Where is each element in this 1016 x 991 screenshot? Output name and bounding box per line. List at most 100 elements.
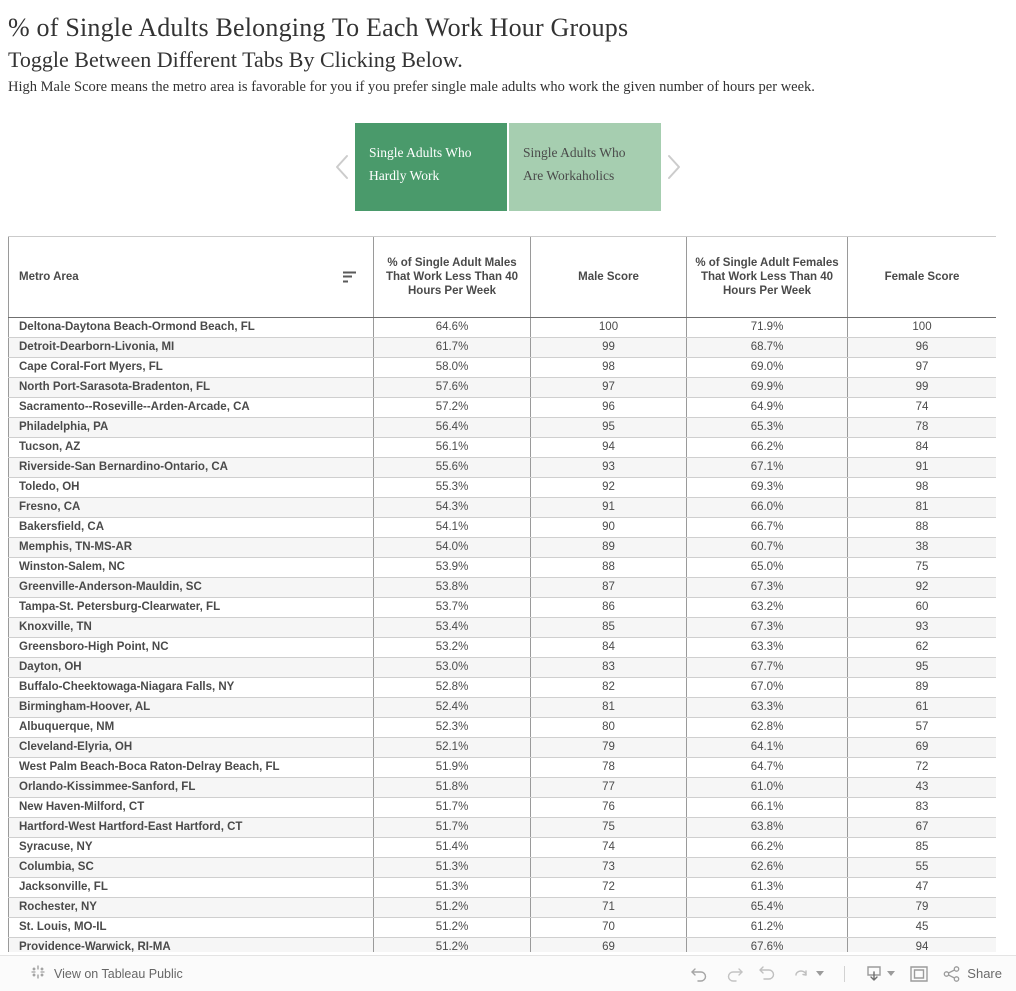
cell-value: 72 xyxy=(530,877,687,898)
chevron-down-icon[interactable] xyxy=(816,971,825,976)
table-row[interactable]: West Palm Beach-Boca Raton-Delray Beach,… xyxy=(8,757,996,778)
cell-value: 89 xyxy=(847,677,996,698)
cell-value: 90 xyxy=(530,517,687,538)
table-row[interactable]: New Haven-Milford, CT 51.7% 76 66.1% 83 xyxy=(8,797,996,818)
refresh-icon[interactable] xyxy=(792,966,812,982)
column-header-male-score[interactable]: Male Score xyxy=(530,237,687,318)
table-row[interactable]: Riverside-San Bernardino-Ontario, CA 55.6… xyxy=(8,457,996,478)
cell-metro-area: Birmingham-Hoover, AL xyxy=(8,697,374,718)
sort-icon[interactable] xyxy=(343,271,357,283)
cell-value: 62 xyxy=(847,637,996,658)
cell-metro-area: St. Louis, MO-IL xyxy=(8,917,374,938)
cell-metro-area: Rochester, NY xyxy=(8,897,374,918)
table-row[interactable]: Birmingham-Hoover, AL 52.4% 81 63.3% 61 xyxy=(8,697,996,718)
tab-strip: Single Adults Who Hardly Work Single Adu… xyxy=(355,123,661,212)
table-row[interactable]: Columbia, SC 51.3% 73 62.6% 55 xyxy=(8,857,996,878)
table-row[interactable]: Greenville-Anderson-Mauldin, SC 53.8% 87 67… xyxy=(8,577,996,598)
view-on-tableau-public-link[interactable]: View on Tableau Public xyxy=(30,964,183,983)
page-note: High Male Score means the metro area is … xyxy=(8,79,815,96)
table-row[interactable]: Deltona-Daytona Beach-Ormond Beach, FL 64… xyxy=(8,317,996,338)
cell-value: 95 xyxy=(530,417,687,438)
cell-value: 56.4% xyxy=(373,417,531,438)
chevron-down-icon[interactable] xyxy=(887,971,896,976)
refresh-button[interactable] xyxy=(792,966,825,982)
column-header-female-pct[interactable]: % of Single Adult Females That Work Less… xyxy=(686,237,848,318)
bottom-toolbar: View on Tableau Public Share xyxy=(0,955,1016,991)
table-row[interactable]: Cape Coral-Fort Myers, FL 58.0% 98 69.0% 97 xyxy=(8,357,996,378)
table-row[interactable]: Dayton, OH 53.0% 83 67.7% 95 xyxy=(8,657,996,678)
tab-workaholics[interactable]: Single Adults Who Are Workaholics xyxy=(509,123,661,212)
download-button[interactable] xyxy=(865,965,896,983)
table-row[interactable]: Memphis, TN-MS-AR 54.0% 89 60.7% 38 xyxy=(8,537,996,558)
redo-icon[interactable] xyxy=(724,965,744,983)
table-row[interactable]: Fresno, CA 54.3% 91 66.0% 81 xyxy=(8,497,996,518)
cell-metro-area: Knoxville, TN xyxy=(8,617,374,638)
tab-hardly-work[interactable]: Single Adults Who Hardly Work xyxy=(355,123,507,212)
cell-value: 54.0% xyxy=(373,537,531,558)
table-row[interactable]: Tampa-St. Petersburg-Clearwater, FL 53.7%… xyxy=(8,597,996,618)
cell-metro-area: Buffalo-Cheektowaga-Niagara Falls, NY xyxy=(8,677,374,698)
table-row[interactable]: Bakersfield, CA 54.1% 90 66.7% 88 xyxy=(8,517,996,538)
cell-value: 55.6% xyxy=(373,457,531,478)
table-row[interactable]: St. Louis, MO-IL 51.2% 70 61.2% 45 xyxy=(8,917,996,938)
table-row[interactable]: Philadelphia, PA 56.4% 95 65.3% 78 xyxy=(8,417,996,438)
column-header-male-pct[interactable]: % of Single Adult Males That Work Less T… xyxy=(373,237,531,318)
revert-icon[interactable] xyxy=(758,965,778,983)
cell-value: 60 xyxy=(847,597,996,618)
cell-value: 71.9% xyxy=(686,317,848,338)
cell-value: 76 xyxy=(530,797,687,818)
cell-value: 63.8% xyxy=(686,817,848,838)
cell-value: 51.7% xyxy=(373,797,531,818)
column-header-female-score[interactable]: Female Score xyxy=(847,237,996,318)
table-row[interactable]: Rochester, NY 51.2% 71 65.4% 79 xyxy=(8,897,996,918)
cell-value: 51.8% xyxy=(373,777,531,798)
table-row[interactable]: Sacramento--Roseville--Arden-Arcade, CA 5… xyxy=(8,397,996,418)
cell-metro-area: Greensboro-High Point, NC xyxy=(8,637,374,658)
table-row[interactable]: Greensboro-High Point, NC 53.2% 84 63.3% 62 xyxy=(8,637,996,658)
table-row[interactable]: Knoxville, TN 53.4% 85 67.3% 93 xyxy=(8,617,996,638)
fullscreen-icon[interactable] xyxy=(909,965,929,983)
download-icon[interactable] xyxy=(865,965,883,983)
cell-value: 96 xyxy=(847,337,996,358)
cell-value: 69 xyxy=(530,937,687,952)
cell-value: 100 xyxy=(530,317,687,338)
cell-value: 51.2% xyxy=(373,937,531,952)
cell-value: 69.9% xyxy=(686,377,848,398)
cell-value: 53.9% xyxy=(373,557,531,578)
undo-icon[interactable] xyxy=(690,965,710,983)
column-label: Metro Area xyxy=(19,270,79,283)
table-row[interactable]: Hartford-West Hartford-East Hartford, CT… xyxy=(8,817,996,838)
table-row[interactable]: Winston-Salem, NC 53.9% 88 65.0% 75 xyxy=(8,557,996,578)
cell-value: 67.1% xyxy=(686,457,848,478)
cell-value: 56.1% xyxy=(373,437,531,458)
table-row[interactable]: Cleveland-Elyria, OH 52.1% 79 64.1% 69 xyxy=(8,737,996,758)
table-row[interactable]: Syracuse, NY 51.4% 74 66.2% 85 xyxy=(8,837,996,858)
table-row[interactable]: Albuquerque, NM 52.3% 80 62.8% 57 xyxy=(8,717,996,738)
table-row[interactable]: Buffalo-Cheektowaga-Niagara Falls, NY 52.… xyxy=(8,677,996,698)
cell-value: 51.2% xyxy=(373,897,531,918)
table-row[interactable]: Providence-Warwick, RI-MA 51.2% 69 67.6% 94 xyxy=(8,937,996,952)
cell-value: 51.3% xyxy=(373,857,531,878)
cell-value: 61 xyxy=(847,697,996,718)
cell-value: 51.2% xyxy=(373,917,531,938)
table-row[interactable]: Toledo, OH 55.3% 92 69.3% 98 xyxy=(8,477,996,498)
cell-metro-area: Fresno, CA xyxy=(8,497,374,518)
table-row[interactable]: North Port-Sarasota-Bradenton, FL 57.6% 97… xyxy=(8,377,996,398)
page-subtitle: Toggle Between Different Tabs By Clickin… xyxy=(8,46,463,72)
table-row[interactable]: Orlando-Kissimmee-Sanford, FL 51.8% 77 61.0… xyxy=(8,777,996,798)
cell-value: 64.7% xyxy=(686,757,848,778)
table-row[interactable]: Detroit-Dearborn-Livonia, MI 61.7% 99 68.7%… xyxy=(8,337,996,358)
cell-value: 54.1% xyxy=(373,517,531,538)
cell-value: 55 xyxy=(847,857,996,878)
table-row[interactable]: Jacksonville, FL 51.3% 72 61.3% 47 xyxy=(8,877,996,898)
column-header-metro-area[interactable]: Metro Area xyxy=(8,237,374,318)
cell-value: 75 xyxy=(530,817,687,838)
cell-metro-area: Greenville-Anderson-Mauldin, SC xyxy=(8,577,374,598)
chevron-right-icon[interactable] xyxy=(661,147,687,187)
chevron-left-icon[interactable] xyxy=(329,147,355,187)
cell-value: 52.4% xyxy=(373,697,531,718)
table-row[interactable]: Tucson, AZ 56.1% 94 66.2% 84 xyxy=(8,437,996,458)
cell-value: 81 xyxy=(530,697,687,718)
share-button[interactable]: Share xyxy=(943,965,1002,983)
cell-metro-area: Cape Coral-Fort Myers, FL xyxy=(8,357,374,378)
